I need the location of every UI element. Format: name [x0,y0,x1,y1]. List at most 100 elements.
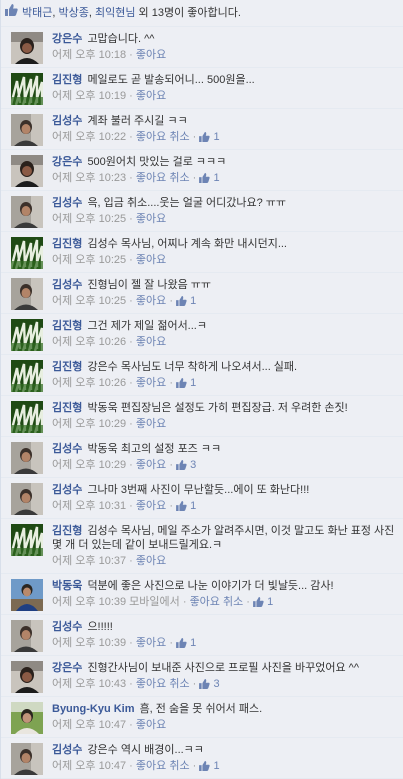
like-count[interactable]: 1 [176,500,196,512]
avatar[interactable] [11,32,43,64]
avatar[interactable] [11,579,43,611]
commenter-name-link[interactable]: 강은수 [52,156,82,168]
commenter-name-link[interactable]: 강은수 [52,33,82,45]
avatar[interactable] [11,73,43,105]
cancel-like-link[interactable]: 취소 [169,172,189,184]
like-count[interactable]: 1 [176,637,196,649]
comment-timestamp[interactable]: 어제 오후 10:29 [52,418,126,430]
comment-timestamp[interactable]: 어제 오후 10:26 [52,377,126,389]
like-comment-link[interactable]: 좋아요 [136,254,166,266]
like-comment-link[interactable]: 좋아요 [136,131,166,143]
like-comment-link[interactable]: 좋아요 [136,555,166,567]
like-comment-link[interactable]: 좋아요 [136,719,166,731]
like-comment-link[interactable]: 좋아요 [136,760,166,772]
like-comment-link[interactable]: 좋아요 [136,459,166,471]
avatar[interactable] [11,401,43,433]
commenter-name-link[interactable]: 김성수 [52,115,82,127]
like-comment-link[interactable]: 좋아요 [136,295,166,307]
avatar[interactable] [11,442,43,474]
comment-timestamp[interactable]: 어제 오후 10:23 [52,172,126,184]
like-comment-link[interactable]: 좋아요 [136,336,166,348]
like-comment-link[interactable]: 좋아요 [136,172,166,184]
liker-link-1[interactable]: 박태근 [22,7,52,19]
avatar[interactable] [11,196,43,228]
commenter-name-link[interactable]: 김성수 [52,484,82,496]
comment-timestamp[interactable]: 어제 오후 10:39 [52,637,126,649]
comment-timestamp[interactable]: 어제 오후 10:37 [52,555,126,567]
like-count[interactable]: 3 [199,678,220,690]
like-comment-link[interactable]: 좋아요 [136,500,166,512]
like-comment-link[interactable]: 좋아요 [136,678,166,690]
commenter-name-link[interactable]: 김진형 [52,320,82,332]
like-count[interactable]: 1 [199,131,220,143]
avatar[interactable] [11,278,43,310]
commenter-name-link[interactable]: 김진형 [52,402,82,414]
like-comment-link[interactable]: 좋아요 [190,596,220,608]
like-comment-link[interactable]: 좋아요 [136,637,166,649]
avatar[interactable] [11,360,43,392]
avatar[interactable] [11,743,43,775]
comment-meta: 어제 오후 10:23 · 좋아요 취소 · 1 [52,172,220,184]
avatar[interactable] [11,524,43,556]
liker-link-2[interactable]: 박상종 [59,7,89,19]
like-comment-link[interactable]: 좋아요 [136,90,166,102]
comment-meta: 어제 오후 10:47 · 좋아요 취소 · 1 [52,760,220,772]
comment-timestamp[interactable]: 어제 오후 10:29 [52,459,126,471]
comment-timestamp[interactable]: 어제 오후 10:26 [52,336,126,348]
comment-meta: 어제 오후 10:26 · 좋아요 [52,336,167,348]
commenter-name-link[interactable]: 김성수 [52,443,82,455]
avatar[interactable] [11,114,43,146]
commenter-name-link[interactable]: 김진형 [52,74,82,86]
avatar[interactable] [11,702,43,734]
avatar[interactable] [11,483,43,515]
cancel-like-link[interactable]: 취소 [169,678,189,690]
commenter-name-link[interactable]: 김성수 [52,197,82,209]
like-count[interactable]: 1 [199,760,220,772]
comment-timestamp[interactable]: 어제 오후 10:47 [52,719,126,731]
comment-timestamp[interactable]: 어제 오후 10:18 [52,49,126,61]
like-comment-link[interactable]: 좋아요 [136,49,166,61]
commenter-name-link[interactable]: 김성수 [52,744,82,756]
cancel-like-link[interactable]: 취소 [169,131,189,143]
like-comment-link[interactable]: 좋아요 [136,377,166,389]
comment-item: Byung-Kyu Kim 흠, 전 숨을 못 쉬어서 패스. 어제 오후 10:… [1,697,403,738]
commenter-name-link[interactable]: 김진형 [52,525,82,537]
like-count[interactable]: 1 [176,295,196,307]
comment-text: 김성수 목사님, 메일 주소가 알려주시면, 이것 말고도 화난 표정 사진 몇… [52,525,395,551]
comment-timestamp[interactable]: 어제 오후 10:25 [52,213,126,225]
avatar[interactable] [11,237,43,269]
avatar[interactable] [11,661,43,693]
like-count[interactable]: 3 [176,459,196,471]
comment-timestamp[interactable]: 어제 오후 10:31 [52,500,126,512]
commenter-name-link[interactable]: Byung-Kyu Kim [52,703,135,715]
commenter-name-link[interactable]: 박동욱 [52,580,82,592]
comment-timestamp[interactable]: 어제 오후 10:25 [52,295,126,307]
comment-item: 김진형 그건 제가 제일 젊어서...ㅋ 어제 오후 10:26 · 좋아요 [1,314,403,355]
thumbs-up-icon [199,678,211,690]
avatar[interactable] [11,620,43,652]
comment-body: 김진형 김성수 목사님, 메일 주소가 알려주시면, 이것 말고도 화난 표정 … [52,524,399,568]
commenter-name-link[interactable]: 김진형 [52,238,82,250]
cancel-like-link[interactable]: 취소 [223,596,243,608]
comment-item: 김성수 진형님이 젤 잘 나왔음 ㅠㅠ 어제 오후 10:25 · 좋아요 · 1 [1,273,403,314]
avatar[interactable] [11,319,43,351]
commenter-name-link[interactable]: 강은수 [52,662,82,674]
comment-timestamp[interactable]: 어제 오후 10:25 [52,254,126,266]
like-count[interactable]: 1 [199,172,220,184]
like-comment-link[interactable]: 좋아요 [136,418,166,430]
like-comment-link[interactable]: 좋아요 [136,213,166,225]
liker-link-3[interactable]: 최익현님 [95,7,135,19]
comment-timestamp[interactable]: 어제 오후 10:19 [52,90,126,102]
avatar[interactable] [11,155,43,187]
like-count[interactable]: 1 [176,377,196,389]
comment-timestamp[interactable]: 어제 오후 10:47 [52,760,126,772]
commenter-name-link[interactable]: 김진형 [52,361,82,373]
commenter-name-link[interactable]: 김성수 [52,279,82,291]
like-count[interactable]: 1 [253,596,273,608]
commenter-name-link[interactable]: 김성수 [52,621,82,633]
comment-timestamp[interactable]: 어제 오후 10:22 [52,131,126,143]
cancel-like-link[interactable]: 취소 [169,760,189,772]
comment-body: 김성수 강은수 역시 배경이...ㅋㅋ 어제 오후 10:47 · 좋아요 취소 … [52,743,399,773]
comment-timestamp[interactable]: 어제 오후 10:43 [52,678,126,690]
comment-timestamp[interactable]: 어제 오후 10:39 모바일에서 [52,596,180,608]
